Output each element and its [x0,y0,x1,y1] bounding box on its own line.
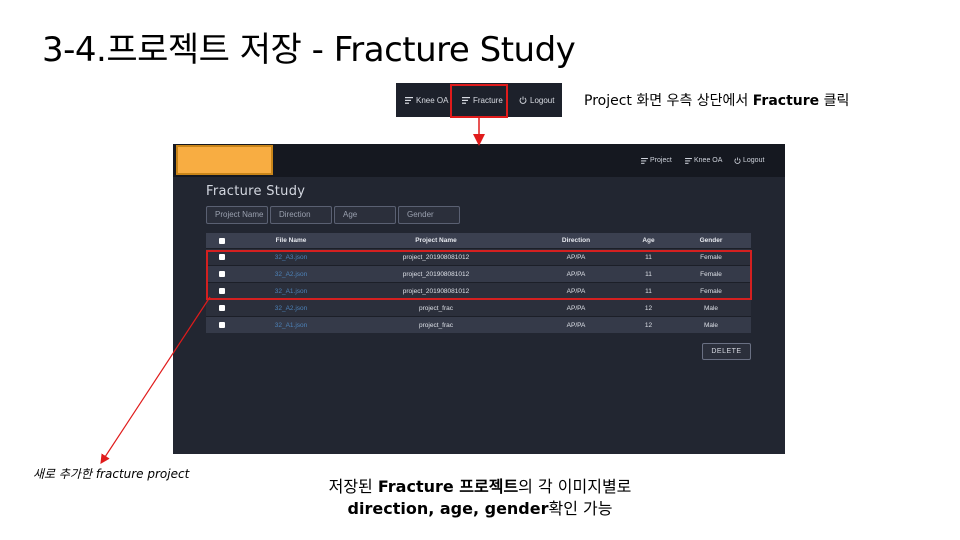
caption-line2-suffix: 확인 가능 [548,499,613,518]
file-name-link[interactable]: 32_A2.json [251,300,331,316]
table-row[interactable]: 32_A2.json project_frac AP/PA 12 Male [206,299,751,316]
list-icon [685,157,692,164]
caption-right-prefix: Project 화면 우측 상단에서 [584,93,753,109]
direction-cell: AP/PA [566,304,586,312]
slide-title: 3-4.프로젝트 저장 - Fracture Study [42,30,576,70]
new-project-annotation: 새로 추가한 fracture project [33,467,190,481]
list-icon [405,96,413,104]
app-nav-logout[interactable]: Logout [734,144,764,177]
column-header-age: Age [642,237,655,244]
nav-item-label: Logout [530,95,555,105]
caption-right-bold: Fracture [752,93,820,109]
gender-filter[interactable]: Gender [398,206,460,224]
app-logo[interactable] [176,145,273,175]
age-cell: 12 [644,304,653,312]
power-icon [734,157,741,164]
age-cell: 12 [644,321,653,329]
table-row[interactable]: 32_A1.json project_frac AP/PA 12 Male [206,316,751,333]
file-name-link[interactable]: 32_A1.json [251,317,331,333]
project-name-cell: project_frac [419,321,453,329]
caption-bottom-line1: 저장된 Fracture 프로젝트의 각 이미지별로 [280,476,680,498]
caption-line1-suffix: 의 각 이미지별로 [518,477,632,496]
caption-bottom-line2: direction, age, gender확인 가능 [280,498,680,520]
table-header-row: File Name Project Name Direction Age Gen… [206,233,751,248]
project-name-filter[interactable]: Project Name [206,206,268,224]
direction-filter[interactable]: Direction [270,206,332,224]
app-nav-project[interactable]: Project [641,144,672,177]
column-header-direction: Direction [561,237,591,244]
fracture-highlight-box [450,84,508,118]
nav-item-label: Knee OA [416,95,449,105]
column-header-project-name: Project Name [415,237,457,244]
row-checkbox[interactable] [216,300,228,316]
row-checkbox[interactable] [216,317,228,333]
direction-cell: AP/PA [566,321,586,329]
age-filter[interactable]: Age [334,206,396,224]
caption-right-suffix: 클릭 [819,93,850,109]
caption-line1-prefix: 저장된 [328,477,378,496]
nav-item-knee-oa[interactable]: Knee OA [405,83,448,117]
page-heading: Fracture Study [206,184,306,199]
gender-cell: Male [703,321,719,329]
new-rows-highlight-box [206,250,752,300]
caption-right: Project 화면 우측 상단에서 Fracture 클릭 [584,90,849,110]
column-header-gender: Gender [699,237,723,244]
delete-button[interactable]: DELETE [702,343,751,360]
nav-item-logout[interactable]: Logout [519,83,554,117]
caption-bottom: 저장된 Fracture 프로젝트의 각 이미지별로 direction, ag… [280,476,680,520]
column-header-file-name: File Name [275,237,307,244]
app-topbar: Project Knee OA Logout [173,144,785,177]
caption-line2-bold: direction, age, gender [347,499,549,518]
gender-cell: Male [703,304,719,312]
project-name-cell: project_frac [419,304,453,312]
app-nav-label: Logout [743,157,765,164]
app-nav-label: Knee OA [694,157,723,164]
list-icon [641,157,648,164]
app-nav-label: Project [650,157,672,164]
select-all-checkbox[interactable] [216,233,228,248]
app-nav-knee-oa[interactable]: Knee OA [685,144,722,177]
power-icon [519,96,527,104]
caption-line1-bold: Fracture 프로젝트 [377,477,519,496]
